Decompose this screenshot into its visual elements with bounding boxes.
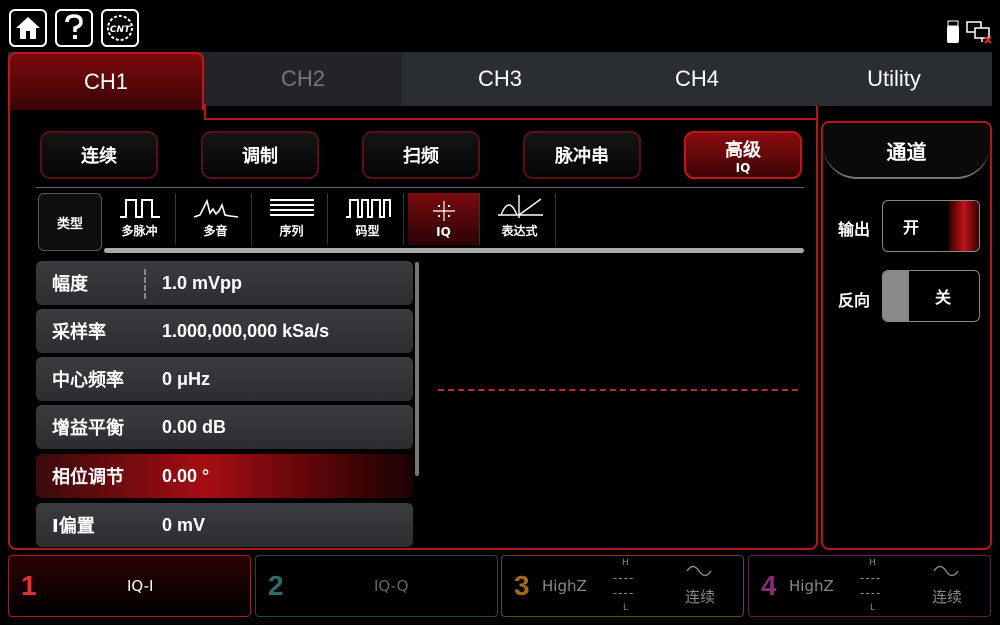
panel-divider [204,118,818,120]
channel-side-panel [821,121,992,550]
channel-2-status[interactable]: 2 IQ-Q [255,555,498,617]
channel-3-status[interactable]: 3 HighZ H ---- ---- L 连续 [501,555,744,617]
param-i-offset[interactable]: I偏置 0 mV [36,503,413,547]
expression-icon [497,195,543,218]
multipulse-icon [119,199,160,218]
param-amplitude[interactable]: 幅度 1.0 mVpp [36,261,413,305]
output-toggle[interactable]: 开 [882,200,980,252]
output-label: 输出 [838,220,871,239]
waveform-multipulse[interactable]: 多脉冲 [104,193,176,245]
waveform-scrollbar[interactable] [104,248,804,253]
waveform-preview-trace [438,389,798,391]
param-center-frequency[interactable]: 中心频率 0 μHz [36,357,413,401]
tab-utility[interactable]: Utility [796,52,992,106]
network-disconnected-icon [966,21,992,44]
iq-constellation-icon [432,201,455,221]
multitone-icon [193,198,238,218]
logo-button[interactable]: CNT [101,9,139,47]
usb-storage-icon [947,20,959,43]
tab-ch4[interactable]: CH4 [598,52,796,106]
param-gain-balance[interactable]: 增益平衡 0.00 dB [36,405,413,449]
channel-4-status[interactable]: 4 HighZ H ---- ---- L 连续 [748,555,991,617]
waveform-expression[interactable]: 表达式 [484,193,556,245]
toggle-knob [949,201,979,251]
divider [36,187,804,188]
sine-icon [686,565,712,577]
side-panel-title: 通道 [823,123,990,179]
help-button[interactable] [55,9,93,47]
param-phase-adjust[interactable]: 相位调节 0.00 ° [36,454,413,498]
edit-cursor [144,269,146,299]
waveform-iq[interactable]: IQ [408,193,480,245]
sine-icon [933,565,959,577]
toggle-knob [883,271,909,321]
svg-text:CNT: CNT [110,25,131,35]
waveform-multitone[interactable]: 多音 [180,193,252,245]
sequence-icon [269,199,314,216]
function-burst-button[interactable]: 脉冲串 [523,131,641,179]
waveform-sequence[interactable]: 序列 [256,193,328,245]
panel-divider-vertical [204,104,206,120]
invert-label: 反向 [838,291,871,310]
param-sample-rate[interactable]: 采样率 1.000,000,000 kSa/s [36,309,413,353]
status-area [946,20,992,44]
question-icon [65,14,83,39]
function-advanced-button[interactable]: 高级 IQ [684,131,802,179]
home-icon [16,17,40,39]
function-continuous-button[interactable]: 连续 [40,131,158,179]
logo-icon: CNT [107,15,133,41]
channel-1-status[interactable]: 1 IQ-I [8,555,251,617]
tab-ch1[interactable]: CH1 [8,52,204,110]
pattern-icon [345,199,391,218]
invert-toggle[interactable]: 关 [882,270,980,322]
tab-ch3[interactable]: CH3 [402,52,598,106]
home-button[interactable] [9,9,47,47]
function-modulation-button[interactable]: 调制 [201,131,319,179]
param-list-scrollbar[interactable] [415,262,419,476]
function-sweep-button[interactable]: 扫频 [362,131,480,179]
waveform-pattern[interactable]: 码型 [332,193,404,245]
tab-ch2[interactable]: CH2 [204,52,402,106]
type-label: 类型 [38,193,102,251]
